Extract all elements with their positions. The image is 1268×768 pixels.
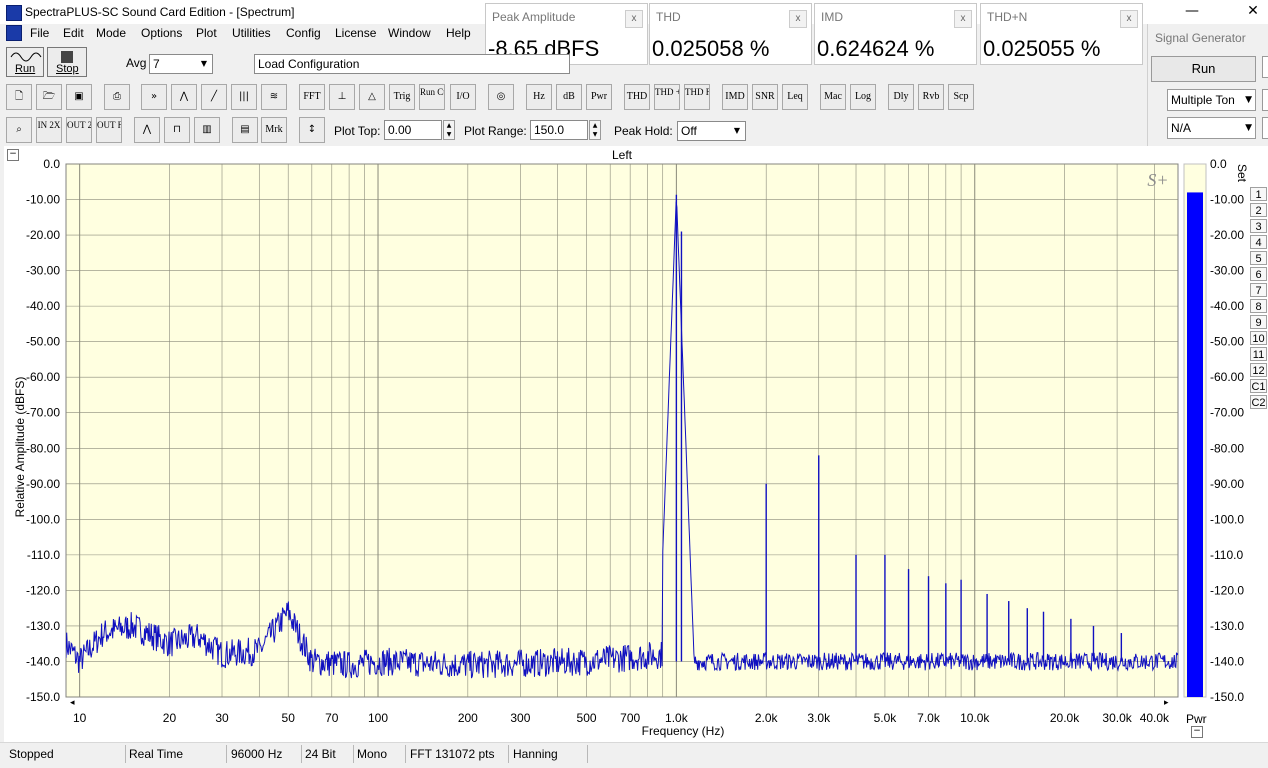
status-mode: Real Time: [125, 745, 227, 763]
status-sample-rate: 96000 Hz: [227, 745, 302, 763]
x-tick-label: 3.0k: [807, 711, 831, 725]
collapse-icon[interactable]: −: [1191, 726, 1203, 738]
set-button-8[interactable]: 8: [1250, 299, 1267, 313]
set-button-12[interactable]: 12: [1250, 363, 1267, 377]
set-button-10[interactable]: 10: [1250, 331, 1267, 345]
set-button-c2[interactable]: C2: [1250, 395, 1267, 409]
y-tick-label: -40.00: [26, 299, 60, 313]
y-axis-title: Relative Amplitude (dBFS): [13, 376, 27, 518]
pwr-bar-fill: [1187, 192, 1203, 697]
y-tick-label: -90.00: [26, 477, 60, 491]
set-button-c1[interactable]: C1: [1250, 379, 1267, 393]
status-channels: Mono: [353, 745, 406, 763]
x-tick-label: 100: [368, 711, 388, 725]
pwr-scale-label: -70.00: [1210, 406, 1244, 420]
x-tick-label: 1.0k: [665, 711, 689, 725]
set-button-9[interactable]: 9: [1250, 315, 1267, 329]
x-tick-label: 2.0k: [755, 711, 779, 725]
x-tick-label: 200: [458, 711, 478, 725]
y-tick-label: -150.0: [26, 690, 60, 704]
pwr-scale-label: -120.0: [1210, 583, 1244, 597]
pwr-scale-label: 0.0: [1210, 157, 1227, 171]
y-tick-label: 0.0: [43, 157, 60, 171]
set-button-1[interactable]: 1: [1250, 187, 1267, 201]
pwr-scale-label: -40.00: [1210, 299, 1244, 313]
spectrum-chart[interactable]: 0.0 0.0 -10.00 -10.00 -20.00 -20.00 -30.00 -30.…: [0, 0, 1268, 767]
x-tick-label: 7.0k: [917, 711, 941, 725]
set-button-6[interactable]: 6: [1250, 267, 1267, 281]
x-tick-label: 300: [510, 711, 530, 725]
status-bit-depth: 24 Bit: [301, 745, 354, 763]
set-button-7[interactable]: 7: [1250, 283, 1267, 297]
pwr-scale-label: -50.00: [1210, 335, 1244, 349]
plot-background: [65, 163, 1179, 698]
scroll-right-icon: ▸: [1164, 698, 1169, 708]
x-tick-label: 20.0k: [1050, 711, 1080, 725]
x-tick-label: 5.0k: [874, 711, 898, 725]
x-tick-label: 700: [620, 711, 640, 725]
y-tick-label: -20.00: [26, 228, 60, 242]
x-tick-label: 30: [215, 711, 229, 725]
pwr-scale-label: -140.0: [1210, 654, 1244, 668]
x-tick-label: 40.0k: [1140, 711, 1170, 725]
pwr-bar-label: Pwr: [1186, 712, 1207, 726]
set-button-2[interactable]: 2: [1250, 203, 1267, 217]
y-tick-label: -80.00: [26, 441, 60, 455]
pwr-scale-label: -150.0: [1210, 690, 1244, 704]
pwr-scale-label: -130.0: [1210, 619, 1244, 633]
x-tick-label: 20: [163, 711, 177, 725]
y-tick-label: -50.00: [26, 335, 60, 349]
pwr-scale-label: -110.0: [1210, 548, 1243, 562]
watermark-logo: S+: [1147, 170, 1168, 190]
y-tick-label: -110.0: [27, 548, 60, 562]
x-tick-label: 30.0k: [1102, 711, 1132, 725]
y-tick-label: -120.0: [26, 583, 60, 597]
status-fft-size: FFT 131072 pts: [406, 745, 509, 763]
status-window: Hanning: [509, 745, 588, 763]
x-tick-label: 10: [73, 711, 87, 725]
y-tick-label: -30.00: [26, 264, 60, 278]
x-tick-label: 10.0k: [960, 711, 990, 725]
set-button-11[interactable]: 11: [1250, 347, 1267, 361]
pwr-scale-label: -90.00: [1210, 477, 1244, 491]
pwr-scale-label: -100.0: [1210, 512, 1244, 526]
y-tick-label: -130.0: [26, 619, 60, 633]
y-tick-label: -100.0: [26, 512, 60, 526]
set-button-4[interactable]: 4: [1250, 235, 1267, 249]
x-tick-label: 500: [577, 711, 597, 725]
pwr-scale-label: -10.00: [1210, 193, 1244, 207]
pwr-scale-label: -60.00: [1210, 370, 1244, 384]
set-button-3[interactable]: 3: [1250, 219, 1267, 233]
set-button-5[interactable]: 5: [1250, 251, 1267, 265]
status-run-state: Stopped: [5, 745, 126, 763]
x-axis-title: Frequency (Hz): [642, 724, 725, 738]
y-tick-label: -60.00: [26, 370, 60, 384]
pwr-scale-label: -20.00: [1210, 228, 1244, 242]
y-tick-label: -70.00: [26, 406, 60, 420]
y-tick-label: -140.0: [26, 654, 60, 668]
x-tick-label: 70: [325, 711, 339, 725]
pwr-scale-label: -80.00: [1210, 441, 1244, 455]
scroll-left-icon: ◂: [70, 698, 75, 708]
sets-label: Set: [1235, 164, 1249, 183]
x-tick-label: 50: [282, 711, 296, 725]
pwr-scale-label: -30.00: [1210, 264, 1244, 278]
y-tick-label: -10.00: [26, 193, 60, 207]
